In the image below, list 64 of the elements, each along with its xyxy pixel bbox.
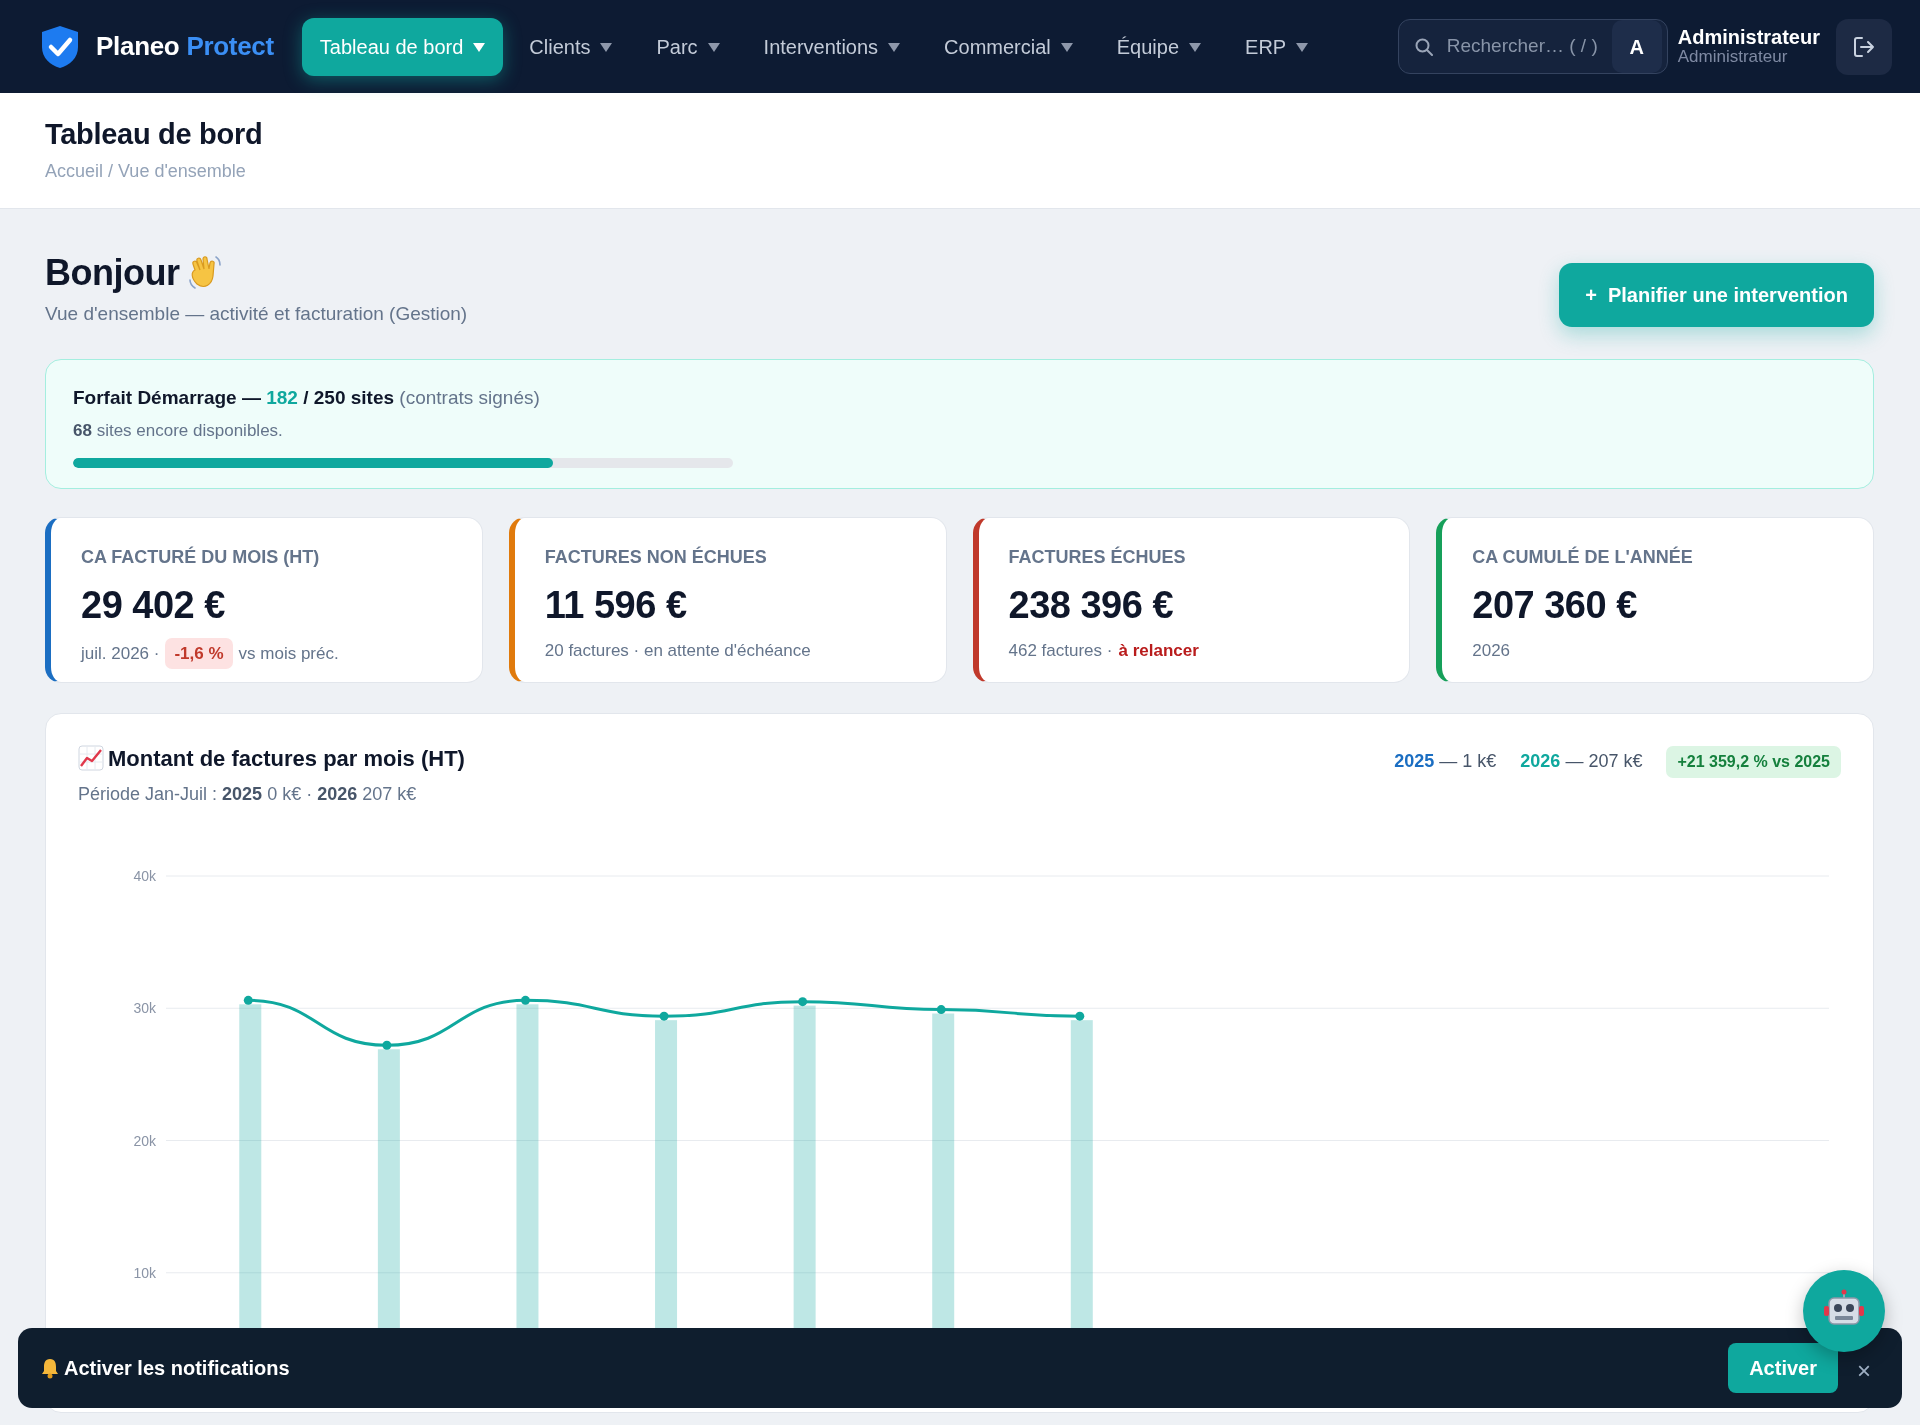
nav-tab[interactable]: Interventions xyxy=(745,17,919,76)
line-chart-icon xyxy=(78,745,104,772)
axis-tick-label: 10k xyxy=(133,1264,156,1281)
data-point xyxy=(1075,1011,1085,1021)
user-role: Administrateur xyxy=(1677,48,1789,66)
legend-item: 2025 — 1 k€ xyxy=(1394,750,1497,774)
kpi-value: 29 402 € xyxy=(81,582,226,628)
alert-text: à relancer xyxy=(1118,639,1199,662)
kpi-label: CA FACTURÉ DU MOIS (HT) xyxy=(81,545,321,569)
kpi-label: FACTURES NON ÉCHUES xyxy=(544,545,768,569)
waving-hand-icon xyxy=(187,253,224,292)
data-point xyxy=(659,1011,669,1021)
kpi-label: CA CUMULÉ DE L'ANNÉE xyxy=(1472,545,1694,569)
caret-icon xyxy=(473,41,486,52)
user-name: Administrateur xyxy=(1677,27,1820,49)
plan-remaining: 68 sites encore disponibles. xyxy=(73,420,284,443)
axis-tick-label: 20k xyxy=(133,1132,156,1149)
notification-text: Activer les notifications xyxy=(64,1356,290,1381)
kpi-label: FACTURES ÉCHUES xyxy=(1008,545,1187,569)
growth-badge: +21 359,2 % vs 2025 xyxy=(1666,745,1841,778)
caret-icon xyxy=(888,41,901,52)
nav-tab[interactable]: Équipe xyxy=(1098,17,1220,76)
kpi-value: 238 396 € xyxy=(1008,582,1175,628)
caret-icon xyxy=(1060,41,1073,52)
data-point xyxy=(382,1040,392,1050)
kpi-detail: 462 factures · xyxy=(1008,639,1113,662)
plan-summary: Forfait Démarrage — 182 / 250 sites (contrats signés) xyxy=(73,385,541,410)
kpi-detail: 20 factures · en attente d'échéance xyxy=(544,639,811,662)
caret-icon xyxy=(600,41,613,52)
search-icon xyxy=(1414,37,1433,56)
nav-tab[interactable]: Parc xyxy=(638,17,738,76)
shield-logo-icon xyxy=(40,24,80,69)
logout-icon xyxy=(1852,34,1876,59)
kpi-value: 207 360 € xyxy=(1472,582,1638,628)
chart-title: Montant de factures par mois (HT) xyxy=(108,744,465,773)
kpi-value: 11 596 € xyxy=(544,582,688,628)
bell-icon xyxy=(40,1357,60,1379)
axis-tick-label: 40k xyxy=(133,867,156,884)
kpi-detail: juil. 2026 · xyxy=(81,642,160,665)
data-point xyxy=(243,995,253,1005)
kpi-detail: 2026 xyxy=(1472,639,1511,662)
close-button[interactable]: × xyxy=(1854,1359,1874,1383)
nav-tab[interactable]: Commercial xyxy=(926,17,1091,76)
data-point xyxy=(798,996,808,1006)
greeting-subtitle: Vue d'ensemble — activité et facturation (Gestion) xyxy=(45,302,468,327)
caret-icon xyxy=(1189,41,1202,52)
nav-tab[interactable]: ERP xyxy=(1227,17,1327,76)
caret-icon xyxy=(707,41,720,52)
search-input[interactable]: Rechercher… ( / ) xyxy=(1444,31,1605,62)
caret-icon xyxy=(1296,41,1309,52)
logout-button[interactable] xyxy=(1836,18,1892,75)
data-point xyxy=(936,1004,946,1014)
data-point xyxy=(520,995,530,1005)
legend-item: 2026 — 207 k€ xyxy=(1520,750,1643,774)
nav-tab[interactable]: Clients xyxy=(511,17,631,76)
greeting-title: Bonjour xyxy=(45,251,180,295)
chart-subtitle: Période Jan-Juil : 2025 0 k€ · 2026 207 k€ xyxy=(78,782,418,806)
change-badge: -1,6 % xyxy=(165,637,233,670)
user-avatar: A xyxy=(1611,20,1662,73)
kpi-detail: vs mois préc. xyxy=(238,642,339,665)
breadcrumb: Accueil / Vue d'ensemble xyxy=(45,159,247,183)
brand-name: Planeo Protect xyxy=(96,30,274,63)
page-title: Tableau de bord xyxy=(45,117,264,152)
axis-tick-label: 30k xyxy=(133,999,156,1016)
